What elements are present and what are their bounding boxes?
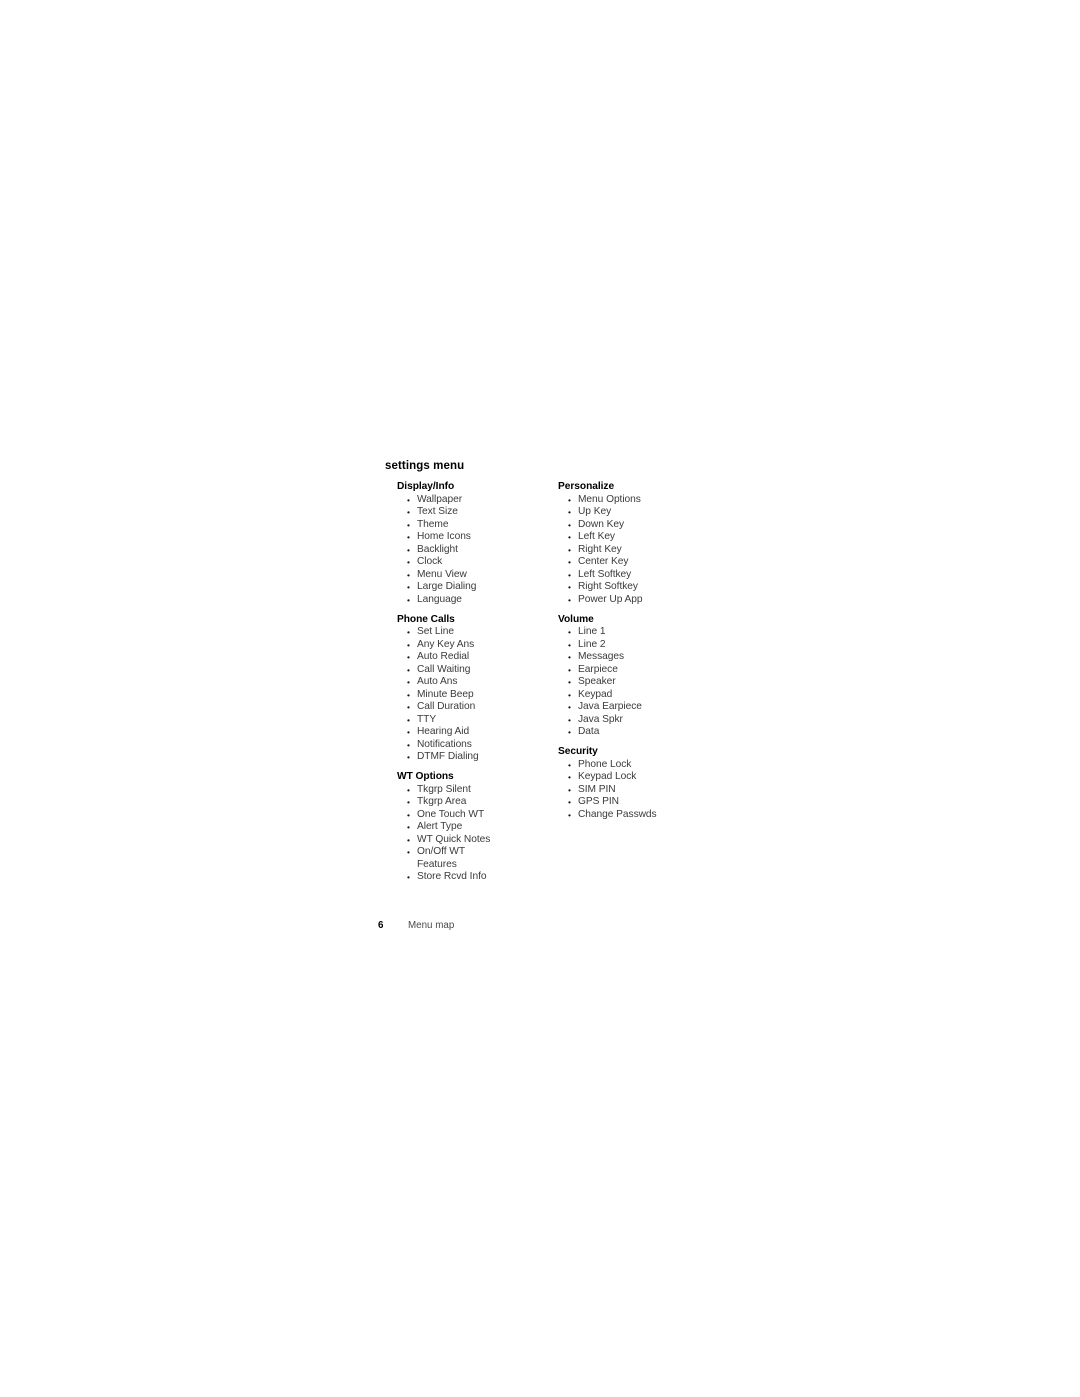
menu-section-title: Display/Info (397, 481, 455, 492)
menu-section-title: Personalize (558, 481, 615, 492)
menu-item: DTMF Dialing (397, 751, 547, 764)
menu-item: Notifications (397, 739, 547, 752)
menu-item: Minute Beep (397, 689, 547, 702)
menu-section: SecurityPhone LockKeypad LockSIM PINGPS … (558, 746, 718, 821)
menu-item: Menu Options (558, 494, 718, 507)
menu-item: Messages (558, 651, 718, 664)
menu-item-list: Line 1Line 2MessagesEarpieceSpeakerKeypa… (558, 626, 718, 739)
menu-item: On/Off WT Features (397, 846, 547, 871)
menu-item: Data (558, 726, 718, 739)
menu-item: Set Line (397, 626, 547, 639)
menu-item: WT Quick Notes (397, 834, 547, 847)
menu-item: Backlight (397, 544, 547, 557)
menu-item: Java Earpiece (558, 701, 718, 714)
menu-item: Right Key (558, 544, 718, 557)
menu-item: Phone Lock (558, 759, 718, 772)
menu-item: Home Icons (397, 531, 547, 544)
menu-item: Right Softkey (558, 581, 718, 594)
footer-page-number: 6 (378, 920, 384, 931)
menu-item: Auto Redial (397, 651, 547, 664)
menu-item: Up Key (558, 506, 718, 519)
menu-item: Clock (397, 556, 547, 569)
menu-item: One Touch WT (397, 809, 547, 822)
document-page: settings menu Display/Info WallpaperText … (0, 0, 1080, 1397)
menu-item: Store Rcvd Info (397, 871, 547, 884)
menu-item: Line 2 (558, 639, 718, 652)
menu-item: TTY (397, 714, 547, 727)
menu-item-list: WallpaperText SizeThemeHome IconsBacklig… (397, 494, 547, 607)
menu-item: Any Key Ans (397, 639, 547, 652)
menu-item: Earpiece (558, 664, 718, 677)
menu-item: Java Spkr (558, 714, 718, 727)
menu-item: Menu View (397, 569, 547, 582)
menu-item: Alert Type (397, 821, 547, 834)
menu-item: Call Duration (397, 701, 547, 714)
menu-section-title: Volume (558, 613, 594, 625)
menu-item-list: Set LineAny Key AnsAuto RedialCall Waiti… (397, 626, 547, 764)
page-title: settings menu (385, 460, 465, 472)
menu-item: Left Key (558, 531, 718, 544)
menu-item: Left Softkey (558, 569, 718, 582)
menu-item-list: Tkgrp SilentTkgrp AreaOne Touch WTAlert … (397, 784, 547, 884)
menu-item: Keypad Lock (558, 771, 718, 784)
menu-item: Wallpaper (397, 494, 547, 507)
column-right: PersonalizeMenu OptionsUp KeyDown KeyLef… (558, 481, 718, 821)
menu-section-title: Security (558, 746, 598, 758)
menu-item: GPS PIN (558, 796, 718, 809)
menu-item: SIM PIN (558, 784, 718, 797)
menu-item: Language (397, 594, 547, 607)
menu-section-title: WT Options (397, 771, 454, 783)
menu-section: WT OptionsTkgrp SilentTkgrp AreaOne Touc… (397, 771, 547, 884)
column-left: Display/Info WallpaperText SizeThemeHome … (397, 481, 547, 884)
menu-item: Large Dialing (397, 581, 547, 594)
menu-item: Hearing Aid (397, 726, 547, 739)
menu-item: Power Up App (558, 594, 718, 607)
menu-section: VolumeLine 1Line 2MessagesEarpieceSpeake… (558, 614, 718, 739)
menu-section: Display/Info WallpaperText SizeThemeHome … (397, 481, 547, 606)
menu-map-content: settings menu Display/Info WallpaperText … (378, 460, 718, 883)
menu-item: Speaker (558, 676, 718, 689)
menu-item-list: Phone LockKeypad LockSIM PINGPS PINChang… (558, 759, 718, 822)
menu-item: Auto Ans (397, 676, 547, 689)
footer-label: Menu map (408, 920, 455, 931)
menu-section-title: Phone Calls (397, 613, 455, 625)
menu-item: Tkgrp Area (397, 796, 547, 809)
menu-item: Change Passwds (558, 809, 718, 822)
menu-item-list: Menu OptionsUp KeyDown KeyLeft KeyRight … (558, 494, 718, 607)
menu-item: Keypad (558, 689, 718, 702)
menu-item: Line 1 (558, 626, 718, 639)
menu-item: Center Key (558, 556, 718, 569)
page-footer: 6 Menu map (370, 919, 690, 935)
menu-section: Phone CallsSet LineAny Key AnsAuto Redia… (397, 614, 547, 764)
menu-item: Theme (397, 519, 547, 532)
menu-item: Text Size (397, 506, 547, 519)
menu-item: Call Waiting (397, 664, 547, 677)
menu-item: Down Key (558, 519, 718, 532)
menu-section: PersonalizeMenu OptionsUp KeyDown KeyLef… (558, 481, 718, 606)
menu-item: Tkgrp Silent (397, 784, 547, 797)
